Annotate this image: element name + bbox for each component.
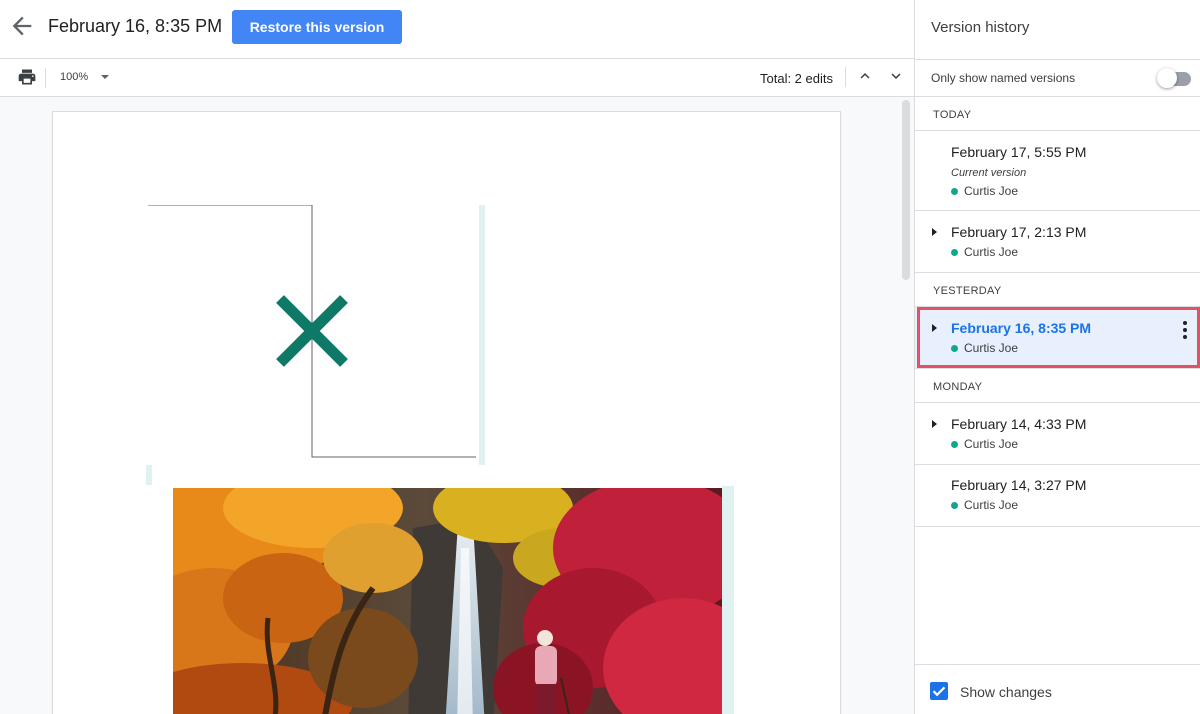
version-date: February 17, 2:13 PM [951,224,1087,240]
toolbar-divider [845,67,846,87]
version-author: Curtis Joe [951,437,1018,451]
toolbar-divider [45,68,46,88]
version-item[interactable]: February 17, 5:55 PM Current version Cur… [915,131,1200,211]
panel-title: Version history [931,19,1030,36]
group-header-monday: MONDAY [915,369,1200,403]
vertical-scrollbar[interactable] [902,100,910,280]
version-date: February 16, 8:35 PM [951,320,1092,336]
version-history-panel: Version history Only show named versions… [914,0,1200,714]
version-author: Curtis Joe [951,498,1018,512]
divider [915,59,1200,60]
divider [915,664,1200,665]
author-name: Curtis Joe [964,341,1019,355]
version-author: Curtis Joe [951,245,1018,259]
group-label: YESTERDAY [933,285,1002,297]
triangle-right-icon[interactable] [932,228,937,236]
arrow-back-icon[interactable] [8,12,36,40]
chevron-down-icon[interactable] [887,67,905,85]
total-edits-count: Total: 2 edits [760,71,833,86]
author-name: Curtis Joe [964,498,1019,512]
document-page [52,111,841,714]
show-changes-checkbox[interactable] [930,682,948,700]
version-item[interactable]: February 14, 4:33 PM Curtis Joe [915,403,1200,465]
zoom-value: 100% [60,71,89,83]
group-label: MONDAY [933,381,983,393]
author-color-dot [951,440,958,448]
current-version-label: Current version [951,167,1027,179]
triangle-right-icon[interactable] [932,324,937,332]
document-canvas[interactable] [0,97,914,714]
triangle-right-icon[interactable] [932,420,937,428]
author-color-dot [951,187,958,195]
show-changes-label: Show changes [960,684,1052,700]
toggle-knob [1157,68,1177,88]
author-color-dot [951,248,958,256]
change-highlight [146,465,152,485]
author-color-dot [951,344,958,352]
toolbar: 100% Total: 2 edits [0,59,914,97]
author-name: Curtis Joe [964,245,1019,259]
version-date: February 14, 3:27 PM [951,477,1087,493]
named-versions-label: Only show named versions [931,71,1076,85]
group-header-today: TODAY [915,97,1200,131]
drawing-x-shape[interactable] [148,205,493,470]
caret-down-icon [101,75,110,79]
version-item[interactable]: February 14, 3:27 PM Curtis Joe [915,465,1200,527]
change-highlight [479,205,485,465]
version-author: Curtis Joe [951,184,1018,198]
version-item[interactable]: February 17, 2:13 PM Curtis Joe [915,211,1200,273]
named-versions-toggle[interactable] [1157,68,1191,88]
group-header-yesterday: YESTERDAY [915,273,1200,307]
waterfall-photo[interactable] [173,488,722,714]
print-icon[interactable] [17,67,37,87]
version-title: February 16, 8:35 PM [48,16,223,36]
author-color-dot [951,501,958,509]
top-bar: February 16, 8:35 PM Restore this versio… [0,0,914,59]
version-author: Curtis Joe [951,341,1018,355]
zoom-select[interactable]: 100% [60,69,110,85]
chevron-up-icon[interactable] [856,67,874,85]
change-highlight [722,486,734,714]
restore-version-button[interactable]: Restore this version [232,10,402,44]
group-label: TODAY [933,109,972,121]
version-date: February 14, 4:33 PM [951,416,1087,432]
author-name: Curtis Joe [964,184,1019,198]
version-item-selected[interactable]: February 16, 8:35 PM Curtis Joe [915,307,1200,369]
checkmark-icon [932,686,946,697]
author-name: Curtis Joe [964,437,1019,451]
more-vert-icon[interactable] [1177,320,1193,340]
version-date: February 17, 5:55 PM [951,144,1087,160]
